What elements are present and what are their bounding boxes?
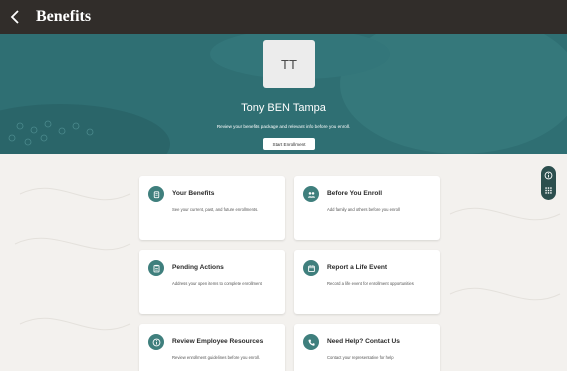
banner-tagline: Review your benefits package and relevan… [216, 124, 351, 129]
info-icon [148, 334, 164, 350]
avatar: TT [263, 40, 315, 88]
card-title: Your Benefits [172, 190, 215, 197]
card-description: Add family and others before you enroll [327, 207, 400, 212]
benefits-icon [148, 186, 164, 202]
page-title: Benefits [36, 8, 92, 25]
card-title: Before You Enroll [327, 190, 383, 197]
back-button[interactable] [0, 0, 30, 34]
card-pending-actions[interactable]: Pending Actions Address your open items … [139, 250, 285, 314]
top-bar: Benefits [0, 0, 567, 34]
card-description: Address your open items to complete enro… [172, 281, 262, 286]
card-title: Report a Life Event [327, 264, 388, 271]
floating-toolbar [541, 166, 556, 200]
card-title: Need Help? Contact Us [327, 338, 400, 345]
calendar-icon [303, 260, 319, 276]
card-title: Pending Actions [172, 264, 224, 271]
chevron-left-icon [10, 10, 19, 24]
card-description: Record a life event for enrollment oppor… [327, 281, 414, 286]
clipboard-icon [148, 260, 164, 276]
card-review-employee-resources[interactable]: Review Employee Resources Review enrollm… [139, 324, 285, 371]
card-need-help[interactable]: Need Help? Contact Us Contact your repre… [294, 324, 440, 371]
card-before-you-enroll[interactable]: Before You Enroll Add family and others … [294, 176, 440, 240]
start-enrollment-button[interactable]: Start Enrollment [263, 138, 315, 150]
card-title: Review Employee Resources [172, 338, 264, 345]
card-description: Contact your representative for help [327, 355, 394, 360]
card-report-life-event[interactable]: Report a Life Event Record a life event … [294, 250, 440, 314]
grid-icon[interactable] [544, 186, 553, 195]
user-name: Tony BEN Tampa [241, 102, 326, 114]
group-icon [303, 186, 319, 202]
phone-icon [303, 334, 319, 350]
card-your-benefits[interactable]: Your Benefits See your current, past, an… [139, 176, 285, 240]
content-area: Your Benefits See your current, past, an… [0, 154, 567, 371]
card-description: See your current, past, and future enrol… [172, 207, 259, 212]
card-description: Review enrollment guidelines before you … [172, 355, 260, 360]
profile-banner: TT Tony BEN Tampa Review your benefits p… [0, 34, 567, 154]
info-icon[interactable] [544, 171, 553, 180]
